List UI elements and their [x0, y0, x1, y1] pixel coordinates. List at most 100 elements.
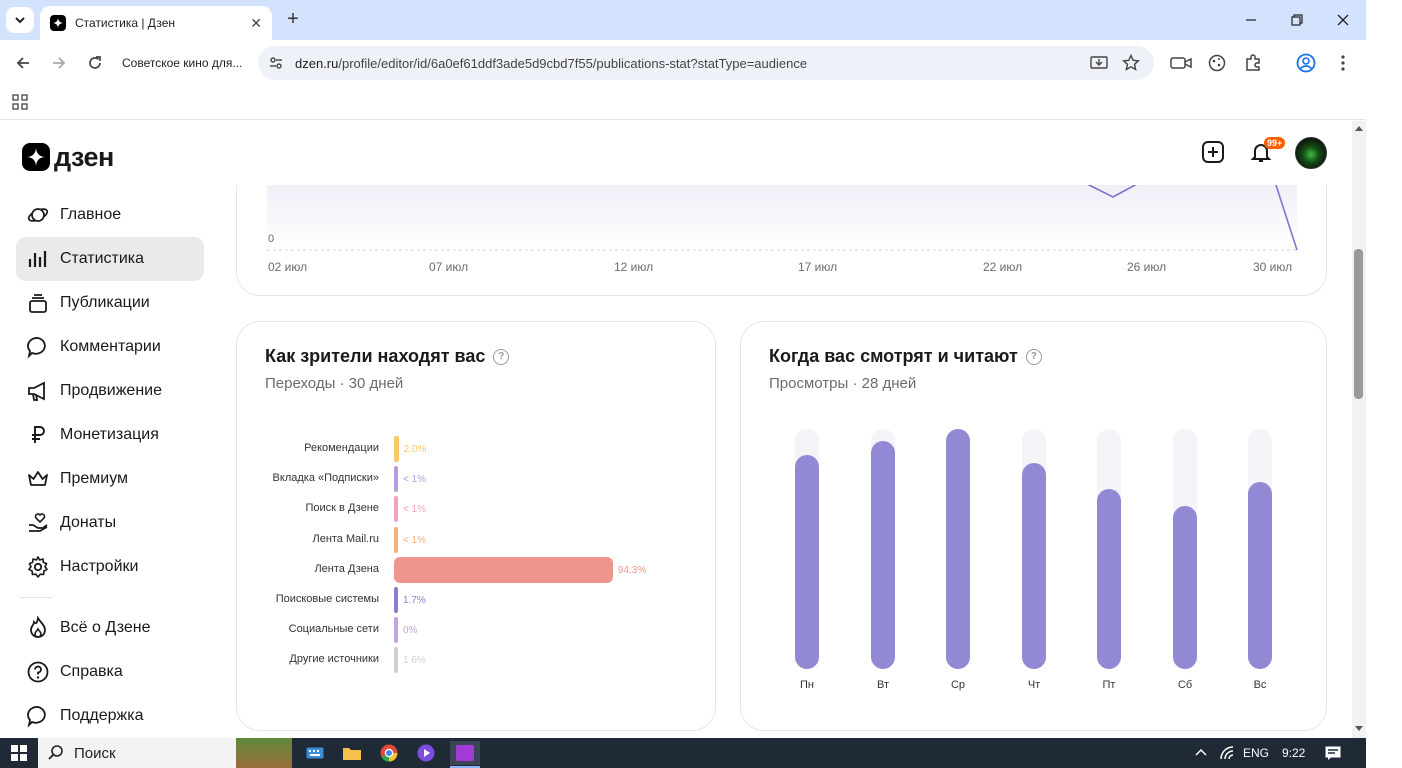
tab-title: Статистика | Дзен — [75, 16, 176, 30]
close-icon — [1337, 14, 1349, 26]
close-tab-icon[interactable]: ✕ — [250, 15, 262, 32]
taskbar-chrome-app[interactable] — [376, 741, 402, 765]
wifi-icon[interactable] — [1220, 746, 1234, 760]
source-label: Поисковые системы — [275, 593, 379, 605]
source-value-label: 94.3% — [617, 564, 647, 576]
source-value-label: < 1% — [403, 504, 427, 516]
weekday-label: Вт — [876, 679, 889, 691]
sidebar-item[interactable]: Главное — [16, 193, 204, 237]
question-icon — [25, 659, 51, 685]
weekday-label: Сб — [1177, 679, 1193, 691]
weekday-bar — [1248, 481, 1272, 669]
source-bar[interactable] — [394, 436, 399, 462]
taskbar-explorer-app[interactable] — [339, 741, 365, 765]
taskbar-media-app[interactable] — [413, 741, 439, 765]
new-tab-button[interactable]: + — [282, 8, 304, 30]
sidebar-item-label: Публикации — [60, 294, 150, 311]
keyboard-language[interactable]: ENG — [1243, 746, 1269, 760]
help-icon[interactable]: ? — [1025, 348, 1042, 365]
source-bar[interactable] — [394, 647, 398, 674]
sidebar-item[interactable]: Монетизация — [16, 413, 204, 457]
sidebar-item[interactable]: Донаты — [16, 501, 204, 545]
bookmarks-bar — [0, 86, 1366, 120]
avatar[interactable] — [1295, 137, 1327, 169]
source-bar[interactable] — [394, 587, 398, 613]
source-bar[interactable] — [394, 526, 398, 553]
restore-icon — [1291, 14, 1303, 26]
page-content: 0 02 июл 07 июл 12 июл 17 июл 22 июл 26 июл 30… — [0, 121, 1352, 738]
sidebar-item[interactable]: Справка — [16, 650, 204, 694]
cookie-icon[interactable] — [1206, 52, 1228, 74]
bookmark-star-icon[interactable] — [1121, 53, 1141, 77]
install-app-icon[interactable] — [1090, 55, 1108, 76]
trend-x-tick: 22 июл — [983, 260, 1023, 274]
browser-profile-label[interactable]: Советское кино для... — [122, 56, 242, 70]
back-button[interactable] — [10, 50, 36, 76]
minimize-icon — [1246, 19, 1256, 21]
forward-button[interactable] — [46, 50, 72, 76]
taskbar-active-app[interactable] — [450, 741, 480, 765]
close-window-button[interactable] — [1320, 0, 1366, 40]
url-text[interactable]: dzen.ru/profile/editor/id/6a0ef61ddf3ade… — [295, 56, 807, 71]
source-bar[interactable] — [394, 466, 398, 493]
weekday-bar-column[interactable] — [1248, 429, 1272, 669]
sidebar-divider — [20, 597, 52, 598]
donate-hand-icon — [25, 510, 51, 536]
weekday-bar-column[interactable] — [946, 429, 970, 669]
source-label: Социальные сети — [288, 623, 379, 636]
folder-icon — [343, 748, 361, 760]
weekday-bar-column[interactable] — [1173, 429, 1197, 669]
weekday-label: Пт — [1102, 679, 1116, 691]
taskbar-search[interactable]: Поиск — [38, 738, 236, 768]
site-settings-icon[interactable] — [268, 55, 284, 76]
reload-button[interactable] — [82, 50, 108, 76]
sidebar-item[interactable]: Настройки — [16, 545, 204, 589]
tab-search-button[interactable] — [6, 7, 34, 33]
search-highlight-image[interactable] — [236, 738, 292, 768]
trend-x-tick: 30 июл — [1253, 260, 1293, 274]
sidebar-item[interactable]: Статистика — [16, 237, 204, 281]
sidebar-item[interactable]: Комментарии — [16, 325, 204, 369]
source-bar[interactable] — [394, 556, 613, 583]
os-taskbar: Поиск ENG 9:22 — [0, 738, 1366, 768]
sidebar-item[interactable]: Продвижение — [16, 369, 204, 413]
extensions-icon[interactable] — [1242, 52, 1264, 74]
sidebar-item[interactable]: Поддержка — [16, 694, 204, 738]
chevron-up-icon[interactable] — [1195, 748, 1207, 756]
create-button[interactable] — [1200, 139, 1226, 165]
sidebar-item[interactable]: Публикации — [16, 281, 204, 325]
sidebar-item-label: Всё о Дзене — [60, 619, 151, 636]
weekday-bar-column[interactable] — [1022, 429, 1046, 669]
dzen-logo[interactable]: дзен — [22, 143, 114, 171]
notifications-center-icon[interactable] — [1325, 746, 1341, 760]
weekday-bar-column[interactable] — [1097, 429, 1121, 669]
sources-card: Как зрители находят вас ? Переходы · 30 … — [236, 321, 716, 731]
source-bar[interactable] — [394, 617, 398, 644]
source-bar[interactable] — [394, 496, 398, 523]
weekday-bar-column[interactable] — [871, 429, 895, 669]
page-scrollbar[interactable] — [1352, 121, 1366, 738]
scroll-thumb[interactable] — [1354, 249, 1363, 399]
browser-tab-active[interactable]: Статистика | Дзен ✕ — [40, 6, 272, 40]
taskbar-keyboard-app[interactable] — [302, 741, 328, 765]
apps-grid-icon[interactable] — [12, 94, 28, 115]
weekday-bar-column[interactable] — [795, 429, 819, 669]
sidebar: Главное Статистика Публикации Комментарии Пр… — [16, 193, 204, 738]
source-value-label: 1.7% — [403, 595, 426, 606]
browser-menu-icon[interactable] — [1332, 52, 1354, 74]
address-bar[interactable]: dzen.ru/profile/editor/id/6a0ef61ddf3ade… — [258, 46, 1154, 80]
plus-square-icon — [1202, 141, 1224, 163]
dzen-favicon-icon — [50, 15, 66, 31]
scroll-down-icon[interactable] — [1355, 726, 1363, 732]
clock[interactable]: 9:22 — [1282, 746, 1305, 760]
bar-chart-icon — [25, 246, 51, 272]
restore-button[interactable] — [1274, 0, 1320, 40]
windows-start-button[interactable] — [6, 741, 32, 765]
sidebar-item[interactable]: Премиум — [16, 457, 204, 501]
sidebar-item[interactable]: Всё о Дзене — [16, 606, 204, 650]
camera-icon[interactable] — [1170, 52, 1192, 74]
sources-chart: Рекомендации 2.0% Вкладка «Подписки» < 1% По… — [237, 322, 717, 732]
profile-icon[interactable] — [1295, 52, 1317, 74]
minimize-button[interactable] — [1228, 0, 1274, 40]
scroll-up-icon[interactable] — [1355, 125, 1363, 131]
